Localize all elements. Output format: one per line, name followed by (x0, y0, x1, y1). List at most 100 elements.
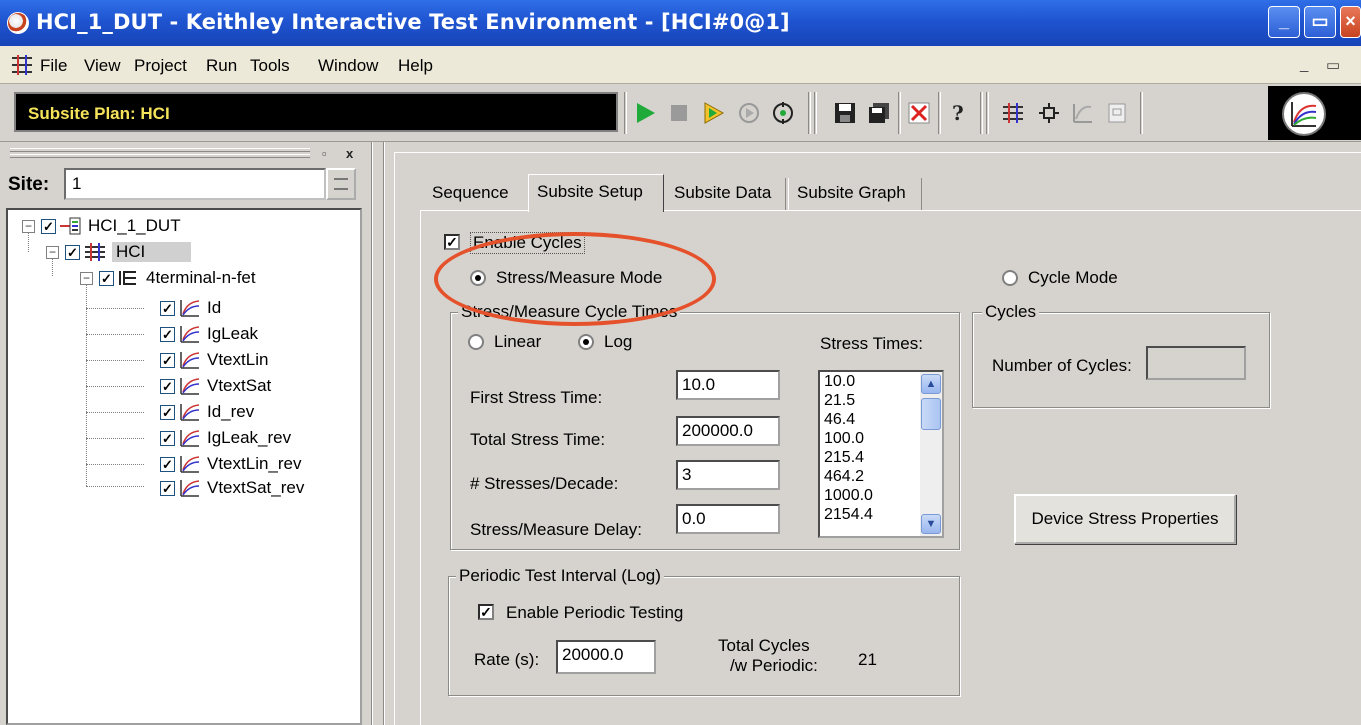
tree-item-test[interactable]: ✓ VtextSat (160, 374, 271, 398)
tab-subsite-setup[interactable]: Subsite Setup (528, 174, 664, 212)
scroll-thumb[interactable] (921, 398, 941, 430)
project-menu-icon[interactable] (10, 54, 34, 76)
tree-checkbox[interactable]: ✓ (160, 378, 175, 394)
test-icon (179, 376, 201, 396)
menu-project[interactable]: Project (134, 56, 187, 76)
tree-checkbox[interactable]: ✓ (160, 480, 175, 496)
window-title: HCI_1_DUT - Keithley Interactive Test En… (36, 10, 790, 34)
menu-run[interactable]: Run (206, 56, 237, 76)
help-icon[interactable]: ? (942, 98, 972, 128)
rate-field[interactable]: 20000.0 (556, 640, 656, 674)
tree-item-device[interactable]: − ✓ 4terminal-n-fet (80, 266, 256, 290)
tree-checkbox[interactable]: ✓ (160, 430, 175, 446)
tree-checkbox[interactable]: ✓ (65, 244, 80, 260)
enable-cycles-checkbox[interactable]: ✓ (444, 234, 460, 250)
pane-grip[interactable] (10, 154, 310, 158)
run-icon[interactable] (630, 98, 660, 128)
first-stress-time-field[interactable]: 10.0 (676, 370, 780, 400)
menu-view[interactable]: View (84, 56, 121, 76)
stress-times-list[interactable]: 10.0 21.5 46.4 100.0 215.4 464.2 1000.0 … (818, 370, 944, 538)
tree-item-project[interactable]: − ✓ HCI_1_DUT (22, 214, 181, 238)
project-navigator-pane: ▫ x Site: 1 − ✓ HCI_1_DUT − ✓ HCI − ✓ 4t… (0, 142, 372, 725)
log-radio[interactable] (578, 334, 594, 350)
pane-splitter-edge (383, 142, 385, 725)
target-icon[interactable] (768, 98, 798, 128)
stop-icon[interactable] (664, 98, 694, 128)
pane-grip[interactable] (10, 148, 310, 152)
tree-item-label: HCI (112, 242, 192, 262)
svg-text:?: ? (952, 101, 964, 125)
menu-help[interactable]: Help (398, 56, 433, 76)
pane-pin-button[interactable]: ▫ (322, 146, 327, 161)
tree-item-test[interactable]: ✓ Id_rev (160, 400, 254, 424)
collapse-toggle[interactable]: − (22, 219, 35, 233)
subsite-icon (84, 242, 106, 262)
tab-subsite-data[interactable]: Subsite Data (666, 178, 786, 210)
menu-window[interactable]: Window (318, 56, 378, 76)
menu-file[interactable]: File (40, 56, 67, 76)
cycle-mode-radio[interactable] (1002, 270, 1018, 286)
total-cycles-label-2: /w Periodic: (730, 656, 818, 675)
linear-radio[interactable] (468, 334, 484, 350)
toolbar-separator (980, 92, 983, 134)
tree-item-test[interactable]: ✓ IgLeak (160, 322, 258, 346)
cycle-icon[interactable] (734, 98, 764, 128)
tree-item-test[interactable]: ✓ VtextLin (160, 348, 268, 372)
enable-periodic-checkbox[interactable]: ✓ (478, 604, 494, 620)
stress-measure-mode-radio[interactable] (470, 270, 486, 286)
title-bar: HCI_1_DUT - Keithley Interactive Test En… (0, 0, 1361, 46)
tree-item-test[interactable]: ✓ VtextLin_rev (160, 452, 302, 476)
graph-icon[interactable] (1282, 92, 1326, 136)
mdi-restore-button[interactable]: ▭ (1326, 56, 1340, 74)
tab-subsite-graph[interactable]: Subsite Graph (788, 178, 922, 210)
minimize-button[interactable]: _ (1268, 6, 1300, 38)
project-icon[interactable] (998, 98, 1028, 128)
device-icon (118, 268, 140, 288)
collapse-toggle[interactable]: − (46, 245, 59, 259)
close-button[interactable]: × (1340, 6, 1361, 38)
device-stress-properties-button[interactable]: Device Stress Properties (1014, 494, 1236, 544)
periodic-title: Periodic Test Interval (Log) (456, 566, 664, 586)
site-spinner[interactable] (326, 168, 356, 200)
scroll-down-icon[interactable]: ▼ (921, 514, 941, 534)
stress-times-scrollbar[interactable]: ▲ ▼ (920, 372, 942, 536)
save-icon[interactable] (830, 98, 860, 128)
stress-times-label: Stress Times: (820, 334, 923, 353)
tree-item-test[interactable]: ✓ IgLeak_rev (160, 426, 291, 450)
pane-close-button[interactable]: x (346, 146, 353, 161)
delete-icon[interactable] (904, 98, 934, 128)
restore-button[interactable]: ▭ (1304, 6, 1336, 38)
site-field[interactable]: 1 (64, 168, 326, 200)
test-icon[interactable] (1068, 98, 1098, 128)
mdi-minimize-button[interactable]: _ (1300, 56, 1308, 73)
tree-checkbox[interactable]: ✓ (160, 456, 175, 472)
tree-item-label: VtextLin (207, 350, 269, 369)
save-all-icon[interactable] (864, 98, 894, 128)
tree-checkbox[interactable]: ✓ (41, 218, 56, 234)
number-of-cycles-label: Number of Cycles: (992, 356, 1132, 375)
run-step-icon[interactable] (698, 98, 728, 128)
tree-checkbox[interactable]: ✓ (160, 326, 175, 342)
scroll-up-icon[interactable]: ▲ (921, 374, 941, 394)
test-icon (179, 402, 201, 422)
doc-icon[interactable] (1102, 98, 1132, 128)
number-of-cycles-field[interactable] (1146, 346, 1246, 380)
stresses-per-decade-field[interactable]: 3 (676, 460, 780, 490)
total-stress-time-field[interactable]: 200000.0 (676, 416, 780, 446)
tree-item-subsite[interactable]: − ✓ HCI (46, 240, 192, 264)
tree-checkbox[interactable]: ✓ (160, 300, 175, 316)
stress-measure-delay-field[interactable]: 0.0 (676, 504, 780, 534)
tree-item-label: IgLeak (207, 324, 259, 343)
tree-item-test[interactable]: ✓ Id (160, 296, 221, 320)
tree-item-test[interactable]: ✓ VtextSat_rev (160, 476, 304, 500)
tree-item-label: Id_rev (207, 402, 255, 421)
app-icon[interactable] (7, 12, 29, 34)
collapse-toggle[interactable]: − (80, 271, 93, 285)
device-icon[interactable] (1034, 98, 1064, 128)
stress-measure-delay-label: Stress/Measure Delay: (470, 520, 642, 539)
tree-checkbox[interactable]: ✓ (99, 270, 114, 286)
tree-checkbox[interactable]: ✓ (160, 404, 175, 420)
menu-tools[interactable]: Tools (250, 56, 290, 76)
tab-sequence[interactable]: Sequence (424, 178, 524, 210)
tree-checkbox[interactable]: ✓ (160, 352, 175, 368)
